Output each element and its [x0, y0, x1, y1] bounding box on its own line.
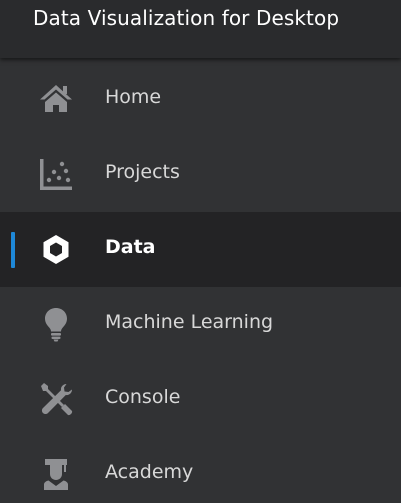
nav-item-academy[interactable]: Academy — [0, 437, 401, 503]
nav-item-label: Console — [105, 386, 181, 408]
wrench-screwdriver-icon — [38, 381, 74, 417]
scatter-chart-icon — [38, 156, 74, 192]
nav-item-data[interactable]: Data — [0, 212, 401, 287]
nav-item-label: Home — [105, 86, 162, 108]
nav-item-console[interactable]: Console — [0, 362, 401, 437]
active-indicator — [11, 232, 15, 268]
nav-item-label: Academy — [105, 461, 194, 483]
graduation-icon — [38, 456, 74, 492]
home-icon — [38, 81, 74, 117]
nav-item-home[interactable]: Home — [0, 62, 401, 137]
nav-item-machine-learning[interactable]: Machine Learning — [0, 287, 401, 362]
nav-item-label: Machine Learning — [105, 311, 274, 333]
navigation-menu: Home Projects Data Machine Learning Cons… — [0, 62, 401, 503]
hexagon-icon — [38, 231, 74, 267]
app-header: Data Visualization for Desktop — [0, 0, 401, 58]
app-window: Data Visualization for Desktop Home Proj… — [0, 0, 401, 503]
lightbulb-icon — [38, 306, 74, 342]
nav-item-projects[interactable]: Projects — [0, 137, 401, 212]
nav-item-label: Data — [105, 236, 156, 258]
nav-item-label: Projects — [105, 161, 180, 183]
app-title: Data Visualization for Desktop — [33, 6, 340, 30]
